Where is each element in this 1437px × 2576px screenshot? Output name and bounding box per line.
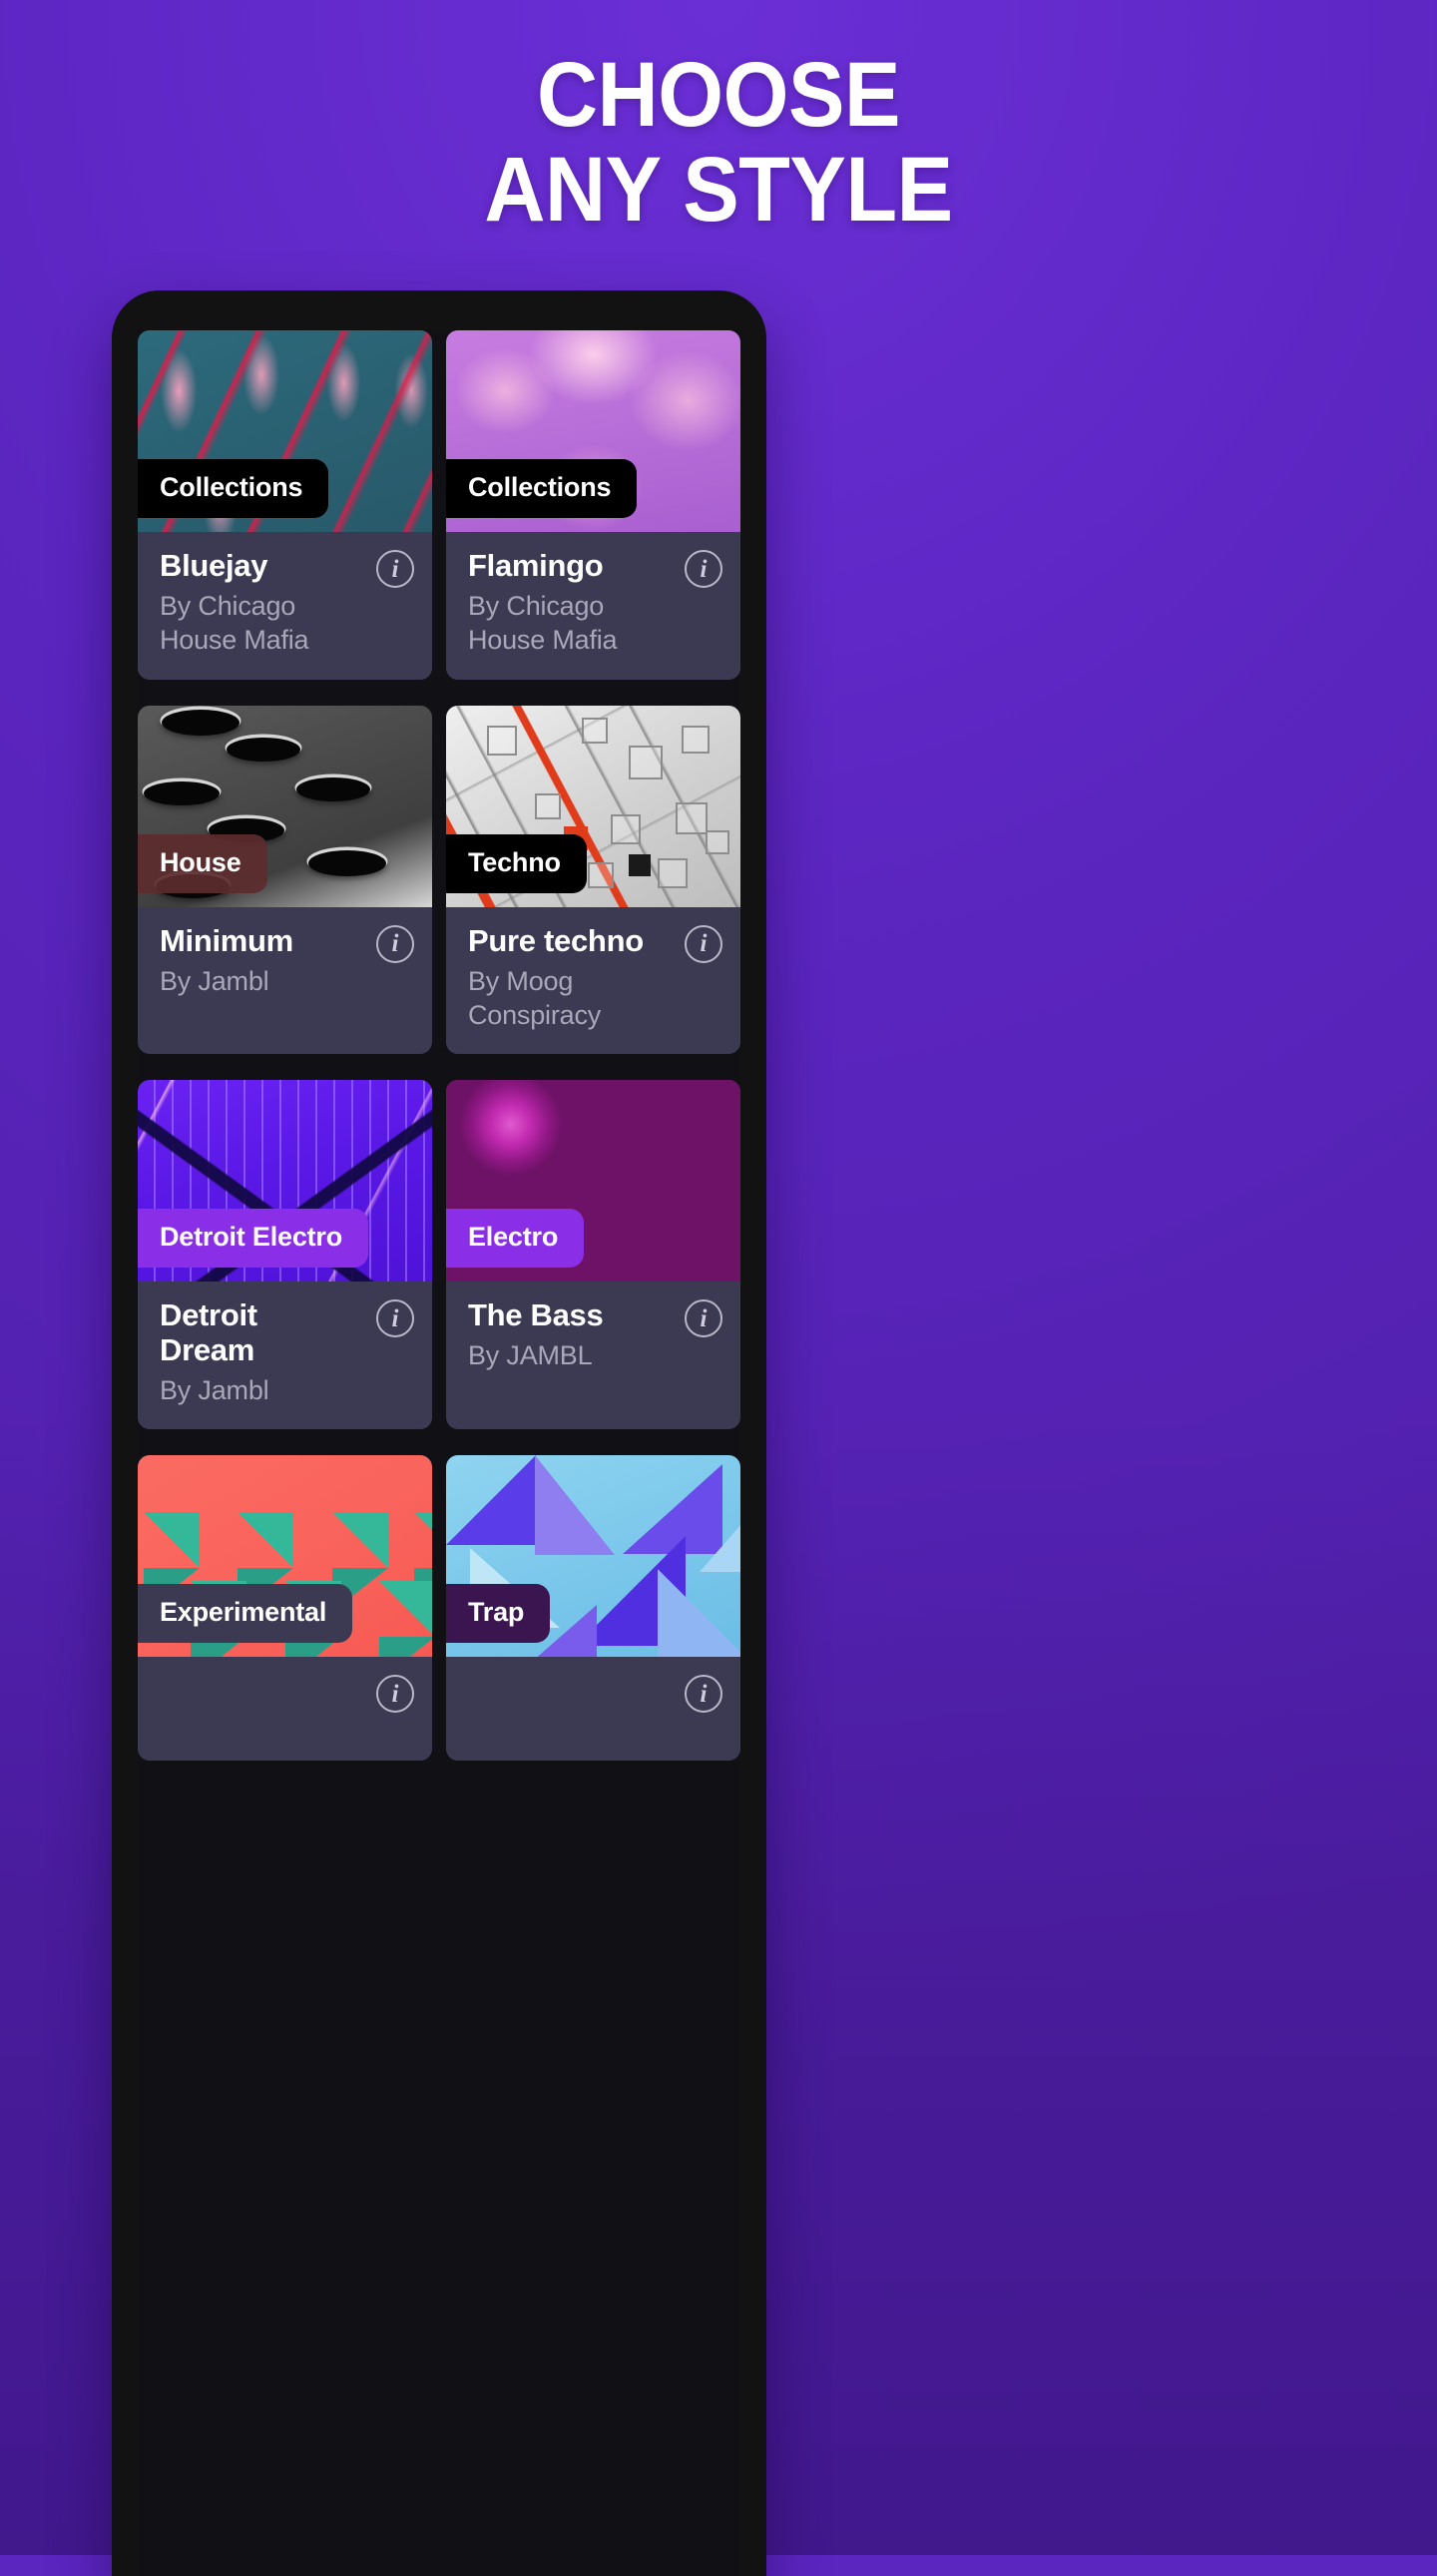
card-artwork[interactable]: Collections: [446, 330, 740, 532]
card-footer: Flamingo By Chicago House Mafia i: [446, 532, 740, 680]
genre-badge[interactable]: Electro: [446, 1209, 585, 1269]
page-title: CHOOSE ANY STYLE: [58, 48, 1380, 238]
style-card[interactable]: House Minimum By Jambl i: [138, 705, 432, 1055]
info-icon[interactable]: i: [685, 1299, 722, 1338]
card-title: The Bass: [468, 1297, 604, 1333]
style-card[interactable]: Collections Flamingo By Chicago House Mafi…: [446, 330, 740, 680]
panel-square: [534, 793, 561, 820]
geometric-triangle: [699, 1491, 740, 1572]
info-icon[interactable]: i: [685, 1675, 722, 1714]
card-subtitle: By Chicago House Mafia: [468, 591, 618, 656]
genre-badge[interactable]: Detroit Electro: [138, 1209, 369, 1269]
panel-square: [611, 813, 642, 844]
card-subtitle: By Jambl: [160, 965, 269, 996]
card-subtitle: By Chicago House Mafia: [160, 591, 309, 656]
genre-badge[interactable]: Techno: [446, 833, 587, 893]
genre-badge[interactable]: Collections: [138, 459, 329, 518]
card-title: Pure techno: [468, 922, 644, 958]
card-title: Flamingo: [468, 548, 604, 583]
style-card-grid: Collections Bluejay By Chicago House Mafia…: [138, 330, 740, 1762]
panel-square: [705, 829, 729, 854]
panel-square: [581, 717, 608, 744]
card-artwork[interactable]: House: [138, 705, 432, 907]
genre-badge[interactable]: Experimental: [138, 1584, 353, 1644]
info-icon[interactable]: i: [376, 924, 414, 963]
card-artwork[interactable]: Trap: [446, 1455, 740, 1658]
card-footer: The Bass By JAMBL i: [446, 1282, 740, 1395]
geometric-triangle: [446, 1455, 536, 1546]
geometric-chevron: [331, 1512, 388, 1569]
card-footer: i: [138, 1657, 432, 1762]
card-subtitle: By Moog Conspiracy: [468, 965, 602, 1030]
headline-line-2: ANY STYLE: [484, 138, 953, 241]
card-title: Bluejay: [160, 548, 268, 583]
info-icon[interactable]: i: [685, 550, 722, 588]
style-card[interactable]: Detroit Electro Detroit Dream By Jambl i: [138, 1080, 432, 1430]
card-subtitle: By JAMBL: [468, 1340, 593, 1371]
speaker-hole: [308, 850, 387, 877]
geometric-chevron: [238, 1512, 294, 1569]
style-card[interactable]: Experimental i: [138, 1455, 432, 1762]
card-footer: Minimum By Jambl i: [138, 906, 432, 1020]
panel-square: [587, 862, 614, 889]
genre-badge[interactable]: Trap: [446, 1584, 551, 1644]
style-card[interactable]: Electro The Bass By JAMBL i: [446, 1080, 740, 1430]
geometric-triangle: [658, 1568, 740, 1658]
card-title: Detroit Dream: [160, 1297, 257, 1368]
speaker-hole: [296, 777, 371, 802]
speaker-hole: [143, 781, 220, 806]
info-icon[interactable]: i: [685, 924, 722, 963]
card-footer: Detroit Dream By Jambl i: [138, 1282, 432, 1430]
panel-square: [628, 745, 663, 779]
card-footer: i: [446, 1657, 740, 1762]
panel-square: [676, 801, 709, 834]
card-artwork[interactable]: Experimental: [138, 1455, 432, 1658]
info-icon[interactable]: i: [376, 1299, 414, 1338]
style-card[interactable]: Collections Bluejay By Chicago House Mafia…: [138, 330, 432, 680]
geometric-chevron: [378, 1580, 432, 1637]
geometric-chevron-shade: [378, 1636, 432, 1658]
info-icon[interactable]: i: [376, 1675, 414, 1714]
panel-square: [658, 858, 689, 889]
panel-square-dark: [628, 854, 651, 877]
speaker-hole: [226, 737, 300, 762]
phone-mockup: Collections Bluejay By Chicago House Mafia…: [112, 290, 766, 2576]
geometric-chevron: [143, 1512, 200, 1569]
card-footer: Pure techno By Moog Conspiracy i: [446, 906, 740, 1055]
geometric-chevron: [414, 1512, 432, 1569]
genre-badge[interactable]: Collections: [446, 459, 638, 518]
speaker-hole: [161, 709, 240, 736]
style-card[interactable]: Techno Pure techno By Moog Conspiracy i: [446, 705, 740, 1055]
card-artwork[interactable]: Techno: [446, 705, 740, 907]
card-title: Minimum: [160, 922, 293, 958]
card-footer: Bluejay By Chicago House Mafia i: [138, 532, 432, 680]
panel-square: [682, 725, 710, 754]
card-artwork[interactable]: Collections: [138, 330, 432, 532]
genre-badge[interactable]: House: [138, 833, 267, 893]
card-artwork[interactable]: Detroit Electro: [138, 1080, 432, 1283]
info-icon[interactable]: i: [376, 550, 414, 588]
card-subtitle: By Jambl: [160, 1375, 269, 1406]
panel-square: [487, 725, 518, 756]
card-artwork[interactable]: Electro: [446, 1080, 740, 1283]
style-card[interactable]: Trap i: [446, 1455, 740, 1762]
headline-line-1: CHOOSE: [536, 44, 901, 146]
phone-screen: Collections Bluejay By Chicago House Mafia…: [138, 330, 740, 2576]
